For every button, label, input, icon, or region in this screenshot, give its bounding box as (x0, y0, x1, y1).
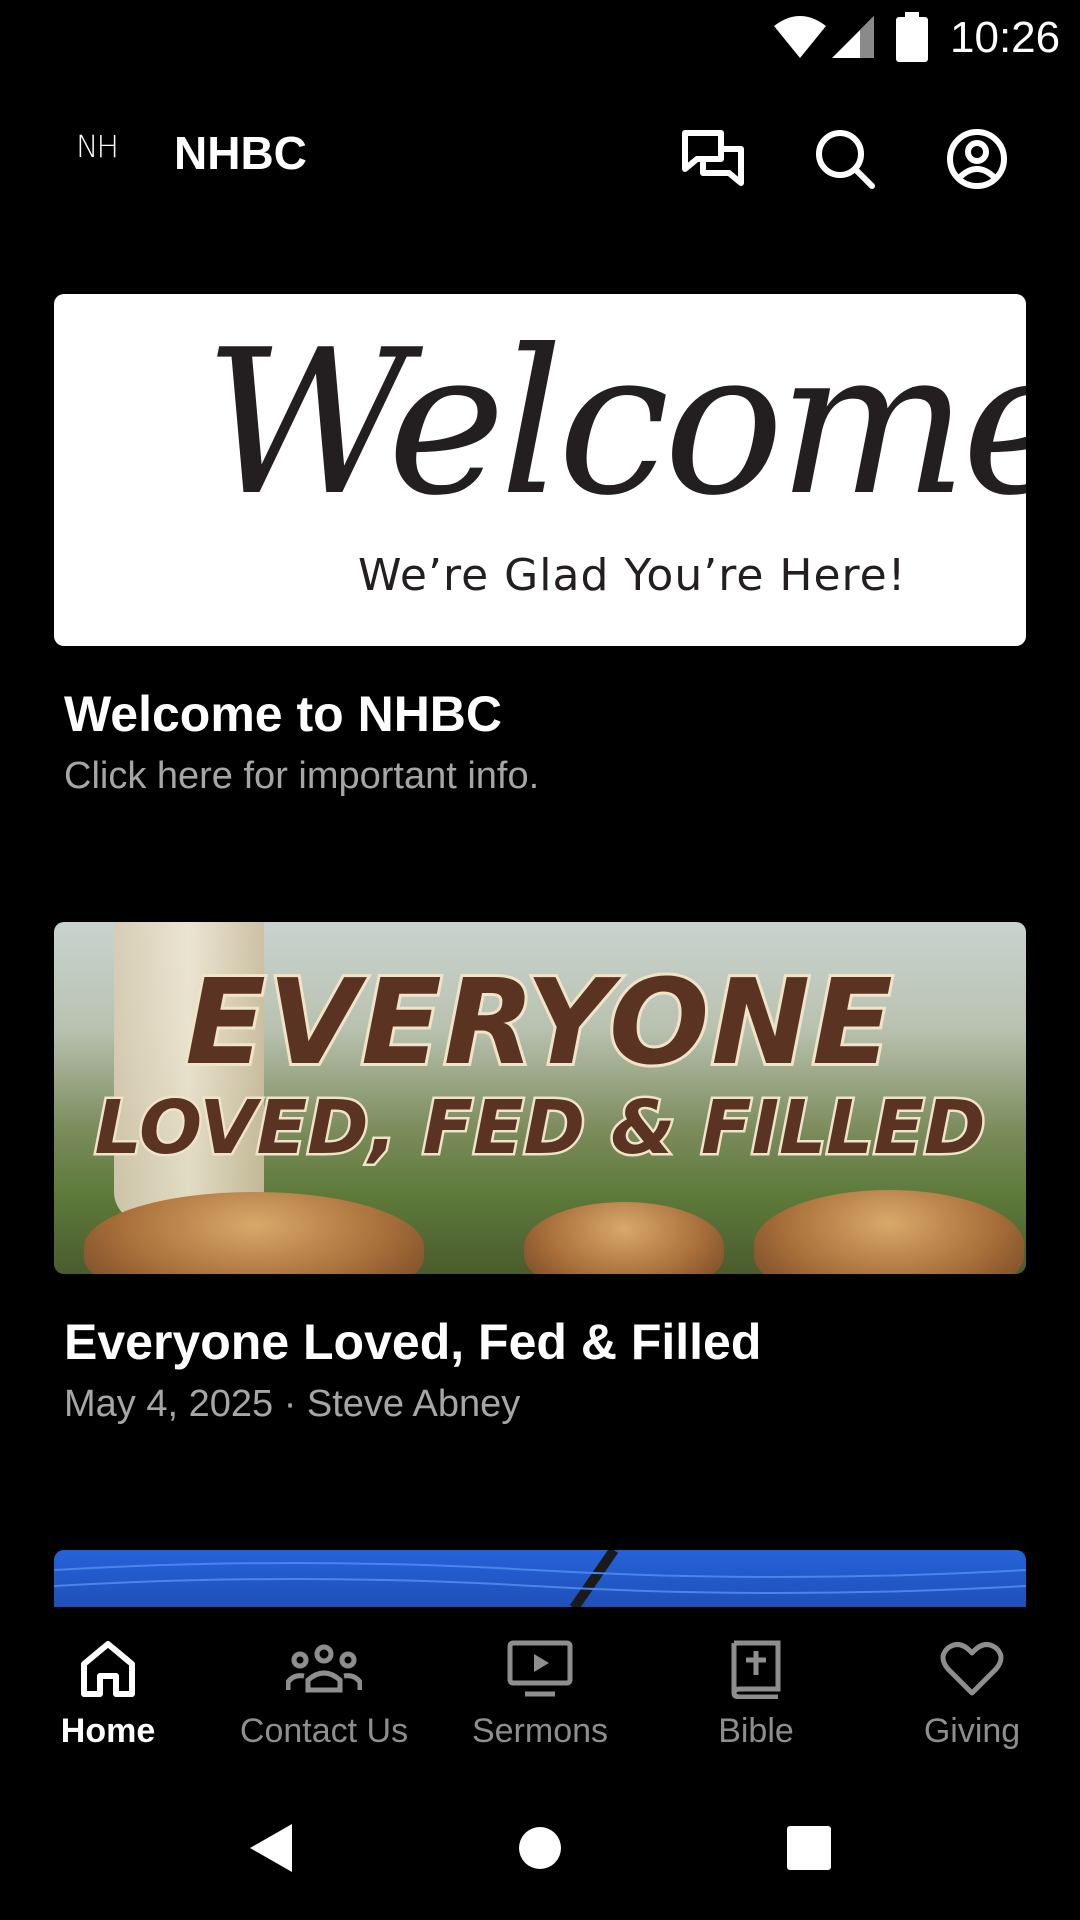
bread-basket-graphic (754, 1190, 1024, 1274)
feed-card-welcome[interactable]: Welcome We’re Glad You’re Here! Welcome … (54, 294, 1026, 800)
bible-icon (731, 1640, 781, 1699)
sermon-banner-line1: EVERYONE (182, 953, 895, 1091)
partial-card-image (54, 1550, 1026, 1607)
people-icon (286, 1644, 362, 1693)
home-icon (81, 1641, 135, 1697)
card-subtitle: Click here for important info. (64, 755, 540, 797)
nav-label: Home (60, 1712, 156, 1750)
system-back-button[interactable] (236, 1813, 306, 1883)
tv-play-icon (507, 1640, 573, 1697)
welcome-script-text: Welcome (204, 307, 1026, 540)
system-home-button[interactable] (505, 1813, 575, 1883)
nav-label: Contact Us (239, 1712, 409, 1750)
feed-card-sermon[interactable]: EVERYONE LOVED, FED & FILLED Everyone Lo… (54, 922, 1026, 1428)
bread-basket-graphic (524, 1202, 724, 1274)
content-feed[interactable]: Welcome We’re Glad You’re Here! Welcome … (0, 0, 1080, 1607)
nav-item-contact-us[interactable]: Contact Us (216, 1637, 432, 1767)
card-title: Welcome to NHBC (64, 686, 503, 742)
nav-label: Sermons (471, 1712, 609, 1750)
nav-item-sermons[interactable]: Sermons (432, 1637, 648, 1767)
nav-item-giving[interactable]: Giving (864, 1637, 1080, 1767)
feed-card-partial[interactable] (54, 1550, 1026, 1607)
system-recents-button[interactable] (774, 1813, 844, 1883)
welcome-tagline: We’re Glad You’re Here! (358, 550, 907, 601)
nav-item-bible[interactable]: Bible (648, 1637, 864, 1767)
recents-icon (787, 1826, 831, 1870)
system-navigation-bar (0, 1777, 1080, 1920)
card-title: Everyone Loved, Fed & Filled (64, 1314, 762, 1370)
nav-label: Bible (718, 1712, 794, 1750)
nav-item-home[interactable]: Home (0, 1637, 216, 1767)
back-icon (250, 1824, 292, 1872)
sermon-banner-line2: LOVED, FED & FILLED (92, 1084, 988, 1173)
nav-label: Giving (923, 1712, 1021, 1750)
card-subtitle: May 4, 2025 · Steve Abney (64, 1383, 521, 1425)
heart-icon (940, 1641, 1004, 1696)
sermon-banner-image: EVERYONE LOVED, FED & FILLED (54, 922, 1026, 1274)
welcome-banner-image: Welcome We’re Glad You’re Here! (54, 294, 1026, 646)
bottom-navigation: Home Contact Us Sermons Bible Giving (0, 1607, 1080, 1777)
wave-pattern-graphic (54, 1550, 1026, 1607)
home-circle-icon (519, 1827, 561, 1869)
